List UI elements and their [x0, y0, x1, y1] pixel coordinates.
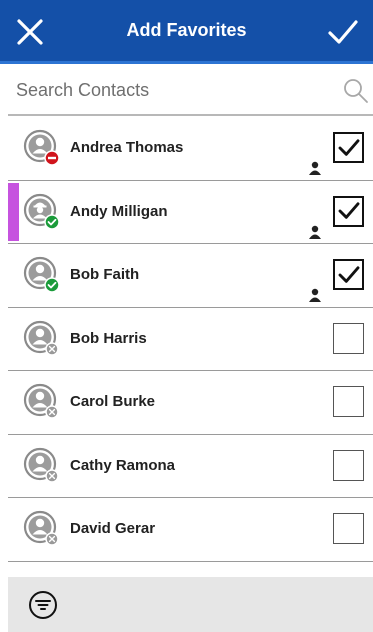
- avatar-person-icon: [23, 447, 59, 483]
- avatar-person-icon: [23, 320, 59, 356]
- favorite-checkbox[interactable]: [333, 195, 364, 227]
- search-input[interactable]: [8, 70, 328, 110]
- contact-row[interactable]: Bob Harris: [8, 308, 373, 371]
- contact-name: Andy Milligan: [70, 202, 168, 220]
- favorite-checkbox[interactable]: [333, 259, 364, 290]
- page-title: Add Favorites: [126, 20, 247, 40]
- contact-row[interactable]: Andy Milligan: [8, 181, 373, 244]
- filter-icon: [29, 591, 57, 619]
- confirm-button[interactable]: [313, 0, 373, 64]
- contact-row[interactable]: David Gerar: [8, 498, 373, 562]
- favorite-checkbox[interactable]: [333, 449, 364, 481]
- favorite-checkbox[interactable]: [333, 386, 364, 417]
- contact-name: Andrea Thomas: [70, 139, 184, 156]
- avatar-person-icon: [23, 256, 60, 293]
- contact-name: Bob Faith: [70, 266, 140, 283]
- checkmark-icon: [338, 138, 359, 156]
- contact-row[interactable]: Carol Burke: [8, 371, 373, 435]
- close-button[interactable]: [0, 0, 60, 64]
- footer-bar: [8, 577, 373, 632]
- favorite-checkbox[interactable]: [333, 322, 364, 354]
- avatar-person-icon: [23, 129, 60, 166]
- favorite-checkbox[interactable]: [333, 132, 364, 163]
- filter-button[interactable]: [28, 590, 58, 620]
- close-icon: [17, 19, 43, 45]
- person-icon: [309, 161, 321, 175]
- contact-list: Andrea Thomas Andy Milligan Bob Faith Bob H…: [8, 117, 373, 577]
- person-icon: [309, 288, 321, 302]
- search-icon[interactable]: [343, 78, 369, 104]
- contact-row[interactable]: Andrea Thomas: [8, 117, 373, 181]
- search-bar: [8, 66, 373, 116]
- checkmark-icon: [338, 202, 359, 219]
- check-icon: [328, 20, 358, 44]
- contact-name: Carol Burke: [70, 393, 156, 410]
- avatar-hard-hat-person-icon: [23, 193, 60, 230]
- add-favorites-screen: Add Favorites Andrea Thomas Andy Milligan…: [0, 0, 373, 632]
- contact-row[interactable]: Cathy Ramona: [8, 435, 373, 498]
- checkmark-icon: [338, 265, 359, 283]
- avatar-person-icon: [23, 383, 59, 419]
- contact-row[interactable]: Bob Faith: [8, 244, 373, 308]
- person-icon: [309, 225, 321, 239]
- contact-name: Cathy Ramona: [70, 456, 176, 474]
- header-bar: Add Favorites: [0, 0, 373, 64]
- contact-name: David Gerar: [70, 520, 156, 537]
- contact-name: Bob Harris: [70, 329, 147, 347]
- avatar-person-icon: [23, 510, 59, 546]
- selection-indicator: [8, 182, 19, 241]
- favorite-checkbox[interactable]: [333, 513, 364, 544]
